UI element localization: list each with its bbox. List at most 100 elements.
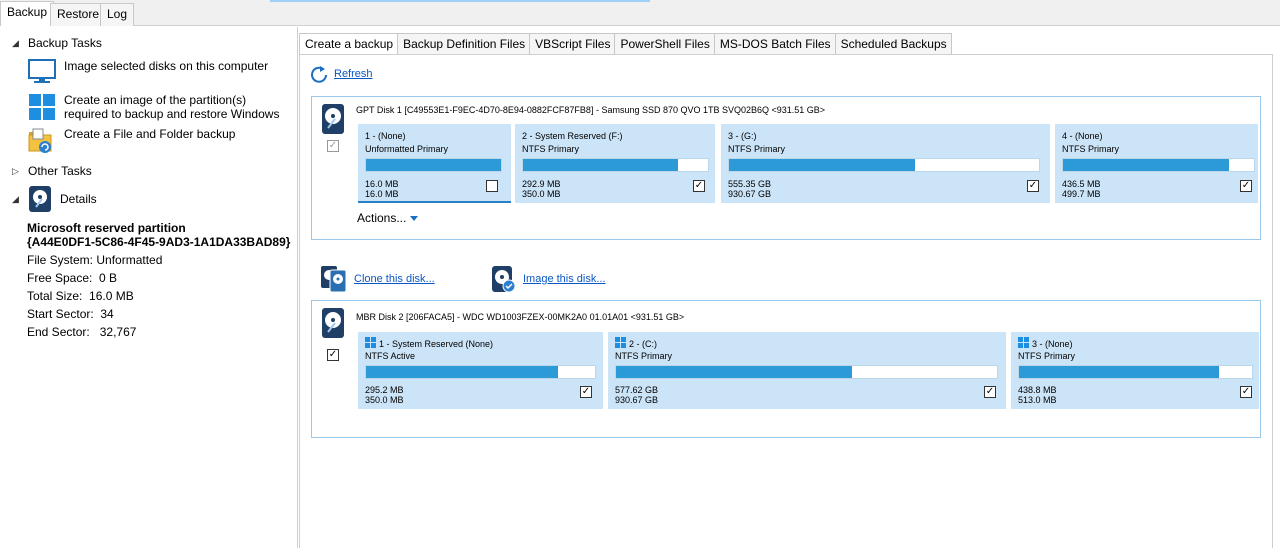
- refresh-link[interactable]: Refresh: [334, 68, 373, 80]
- disk-drive-icon: [322, 104, 344, 134]
- total-size: 513.0 MB: [1018, 395, 1057, 405]
- partition-3[interactable]: 3 - (None) NTFS Primary 438.8 MB 513.0 M…: [1011, 332, 1259, 409]
- backup-tasks-header[interactable]: ◢ Backup Tasks: [12, 36, 102, 50]
- task-file-folder-backup[interactable]: Create a File and Folder backup: [28, 127, 235, 155]
- partition-checkbox[interactable]: ✓: [1240, 180, 1252, 192]
- left-task-pane: ◢ Backup Tasks Image selected disks on t…: [0, 27, 298, 548]
- monitor-icon: [28, 59, 56, 83]
- other-tasks-header[interactable]: ▷ Other Tasks: [12, 164, 92, 178]
- tab-vbscript-files[interactable]: VBScript Files: [529, 33, 616, 54]
- partition-checkbox[interactable]: [486, 180, 498, 192]
- task-label: Create an image of the partition(s) requ…: [64, 93, 280, 121]
- total-size: 350.0 MB: [365, 395, 404, 405]
- usage-fill: [616, 366, 853, 378]
- usage-bar: [615, 365, 998, 379]
- partition-2[interactable]: 2 - (C:) NTFS Primary 577.62 GB 930.67 G…: [608, 332, 1006, 409]
- partition-checkbox[interactable]: ✓: [984, 386, 996, 398]
- partition-1[interactable]: 1 - System Reserved (None) NTFS Active 2…: [358, 332, 603, 409]
- detail-row-freespace: Free Space: 0 B: [27, 271, 117, 285]
- tab-msdos-batch-files[interactable]: MS-DOS Batch Files: [713, 33, 836, 54]
- tab-log[interactable]: Log: [100, 3, 135, 26]
- tab-backup[interactable]: Backup: [0, 1, 55, 26]
- task-label: Create a File and Folder backup: [64, 127, 236, 141]
- detail-key: Start Sector:: [27, 307, 94, 321]
- disk-panel-2: MBR Disk 2 [206FACA5] - WDC WD1003FZEX-0…: [311, 300, 1261, 438]
- partition-1[interactable]: 1 - (None) Unformatted Primary 16.0 MB 1…: [358, 124, 511, 203]
- detail-row-filesystem: File System: Unformatted: [27, 253, 162, 267]
- task-label: Image selected disks on this computer: [64, 59, 269, 73]
- usage-fill: [1063, 159, 1230, 171]
- detail-value: Unformatted: [96, 253, 163, 267]
- actions-dropdown[interactable]: Actions...: [357, 211, 419, 225]
- detail-row-totalsize: Total Size: 16.0 MB: [27, 289, 134, 303]
- tab-backup-definition-files[interactable]: Backup Definition Files: [397, 33, 531, 54]
- partition-name: 1 - System Reserved (None): [365, 337, 493, 349]
- partition-name: 2 - System Reserved (F:): [522, 131, 623, 141]
- windows-icon: [29, 94, 55, 120]
- usage-bar: [1062, 158, 1255, 172]
- partition-name-text: 2 - (C:): [629, 339, 657, 349]
- partition-name: 2 - (C:): [615, 337, 657, 349]
- backup-tasks-title: Backup Tasks: [28, 36, 102, 50]
- details-header[interactable]: ◢ Details: [12, 185, 97, 213]
- windows-icon: [615, 337, 626, 348]
- partition-checkbox[interactable]: ✓: [693, 180, 705, 192]
- detail-key: End Sector:: [27, 325, 90, 339]
- partition-type: Unformatted Primary: [365, 144, 449, 154]
- task-image-disks[interactable]: Image selected disks on this computer: [28, 59, 268, 85]
- disk-label: GPT Disk 1 [C49553E1-F9EC-4D70-8E94-0882…: [356, 105, 826, 115]
- usage-fill: [523, 159, 679, 171]
- task-image-windows[interactable]: Create an image of the partition(s) requ…: [28, 93, 293, 121]
- partition-type: NTFS Primary: [1062, 144, 1119, 154]
- collapse-icon: ◢: [12, 193, 19, 204]
- usage-fill: [729, 159, 915, 171]
- main-tab-bar: Backup Restore Log: [0, 0, 1280, 26]
- disk-checkbox[interactable]: ✓: [327, 349, 339, 361]
- clone-disk-link[interactable]: Clone this disk...: [354, 273, 435, 285]
- right-pane: Create a backup Backup Definition Files …: [299, 27, 1280, 548]
- partition-2[interactable]: 2 - System Reserved (F:) NTFS Primary 29…: [515, 124, 715, 203]
- detail-key: Free Space:: [27, 271, 93, 285]
- usage-bar: [522, 158, 709, 172]
- partition-checkbox[interactable]: ✓: [1240, 386, 1252, 398]
- usage-fill: [366, 366, 559, 378]
- used-size: 436.5 MB: [1062, 179, 1101, 189]
- clone-disk-button[interactable]: Clone this disk...: [320, 265, 435, 293]
- detail-key: File System:: [27, 253, 94, 267]
- tab-powershell-files[interactable]: PowerShell Files: [614, 33, 715, 54]
- detail-key: Total Size:: [27, 289, 83, 303]
- tab-create-backup[interactable]: Create a backup: [299, 33, 399, 54]
- actions-label: Actions...: [357, 211, 407, 225]
- partition-name: Microsoft reserved partition {A44E0DF1-5…: [27, 221, 292, 249]
- image-disk-link[interactable]: Image this disk...: [523, 273, 606, 285]
- create-backup-panel: Refresh GPT Disk 1 [C49553E1-F9EC-4D70-8…: [299, 54, 1273, 548]
- image-disk-button[interactable]: Image this disk...: [491, 265, 606, 293]
- used-size: 292.9 MB: [522, 179, 561, 189]
- detail-row-endsector: End Sector: 32,767: [27, 325, 136, 339]
- partition-checkbox[interactable]: ✓: [1027, 180, 1039, 192]
- used-size: 577.62 GB: [615, 385, 659, 395]
- detail-value: 16.0 MB: [89, 289, 134, 303]
- disk-drive-icon: [322, 308, 344, 338]
- partition-name: 1 - (None): [365, 131, 406, 141]
- detail-value: 0 B: [99, 271, 118, 285]
- other-tasks-title: Other Tasks: [28, 164, 92, 178]
- partition-3[interactable]: 3 - (G:) NTFS Primary 555.35 GB 930.67 G…: [721, 124, 1050, 203]
- used-size: 295.2 MB: [365, 385, 404, 395]
- partition-4[interactable]: 4 - (None) NTFS Primary 436.5 MB 499.7 M…: [1055, 124, 1258, 203]
- partition-type: NTFS Active: [365, 351, 416, 361]
- folder-backup-icon: [28, 128, 52, 153]
- usage-fill: [1019, 366, 1220, 378]
- partition-checkbox[interactable]: ✓: [580, 386, 592, 398]
- tab-scheduled-backups[interactable]: Scheduled Backups: [834, 33, 952, 54]
- usage-bar: [1018, 365, 1253, 379]
- image-disk-icon: [492, 266, 516, 293]
- disk-checkbox[interactable]: ✓: [327, 140, 339, 152]
- total-size: 350.0 MB: [522, 189, 561, 199]
- refresh-button[interactable]: Refresh: [310, 65, 373, 83]
- total-size: 16.0 MB: [365, 189, 399, 199]
- tab-restore[interactable]: Restore: [50, 3, 107, 26]
- used-size: 438.8 MB: [1018, 385, 1057, 395]
- usage-bar: [728, 158, 1040, 172]
- total-size: 930.67 GB: [728, 189, 772, 199]
